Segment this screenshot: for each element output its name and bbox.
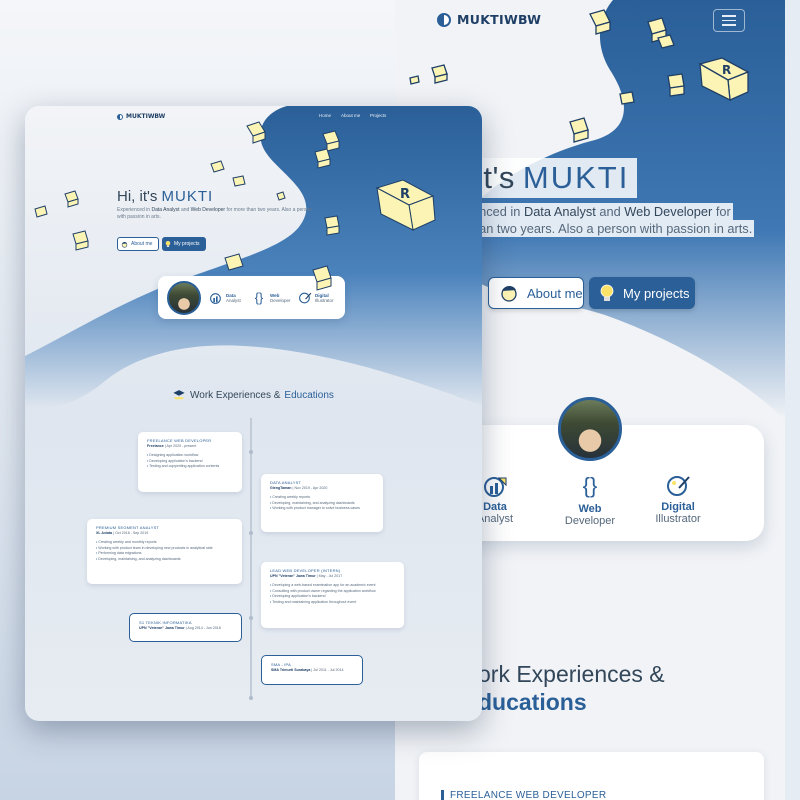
skill-digital-illustrator: Digital Illustrator <box>650 474 706 525</box>
code-braces-icon: {} <box>583 473 598 498</box>
graduation-desk-icon <box>173 390 185 400</box>
desktop-section-heading: Work Experiences & Educations <box>172 388 334 402</box>
timeline-card-sma: SMA - IPA SMA Trimurti Surabaya | Jul 20… <box>261 655 363 685</box>
mobile-section-heading: ork Experiences & ducations <box>478 661 665 715</box>
my-projects-button[interactable]: My projects <box>589 277 695 309</box>
timeline-card-lead-web-dev: LEAD WEB DEVELOPER (INTERN) UPN "Veteran… <box>261 562 404 628</box>
mobile-timeline-title: FREELANCE WEB DEVELOPER <box>441 790 606 800</box>
chart-icon <box>484 477 507 497</box>
desktop-screen: MUKTIWBW Home About me Projects Hi, it's… <box>25 106 482 721</box>
face-icon <box>501 285 517 302</box>
svg-text:R: R <box>722 63 731 77</box>
floating-keycaps-desktop: R <box>34 121 436 291</box>
timeline-card-data-analyst: DATA ANALYST GiengTaman | Nov 2019 - Apr… <box>261 474 383 532</box>
mobile-hero-title: it's MUKTI <box>468 158 638 198</box>
mobile-hero-desc-line2: han two years. Also a person with passio… <box>470 220 755 237</box>
svg-text:R: R <box>400 187 410 202</box>
timeline-card-s1-informatika: S1 TEKNIK INFORMATIKA UPN "Veteran" Jawa… <box>129 613 242 642</box>
mobile-hero-desc-line1: enced in Data Analyst and Web Developer … <box>470 203 733 220</box>
palette-icon <box>667 476 690 496</box>
timeline-card-freelance: FREELANCE WEB DEVELOPER Freelance | Apr … <box>138 432 242 492</box>
svg-text:{}: {} <box>583 473 598 498</box>
mobile-avatar <box>558 397 622 461</box>
lightbulb-icon <box>600 284 614 301</box>
hero-name: MUKTI <box>522 160 630 195</box>
timeline-card-premium-segment: PREMIUM SEGMENT ANALYST XL Axiata | Oct … <box>87 519 242 584</box>
timeline-line <box>250 418 252 700</box>
skill-web-developer: {} Web Developer <box>564 473 616 527</box>
about-me-button[interactable]: About me <box>488 277 584 309</box>
